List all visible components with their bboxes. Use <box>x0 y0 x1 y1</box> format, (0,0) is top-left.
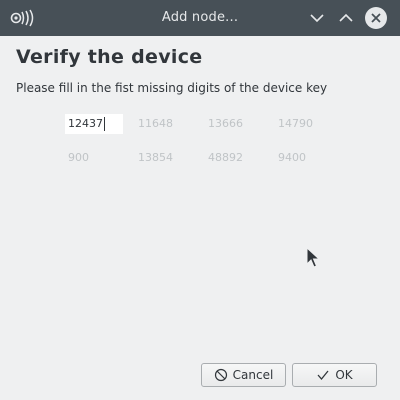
key-digit-group: 900 <box>68 151 89 164</box>
cancel-button[interactable]: Cancel <box>201 363 286 387</box>
titlebar[interactable]: Add node... <box>0 0 400 36</box>
minimize-button[interactable] <box>306 7 328 29</box>
key-digit-group: 11648 <box>138 117 173 130</box>
text-caret <box>104 117 105 131</box>
chevron-up-icon <box>339 13 353 22</box>
close-button[interactable] <box>365 7 387 29</box>
key-digit-group: 14790 <box>278 117 313 130</box>
instruction-text: Please fill in the fist missing digits o… <box>16 81 328 95</box>
missing-digits-value: 12437 <box>68 117 103 130</box>
cancel-button-label: Cancel <box>232 368 274 382</box>
key-digit-group: 48892 <box>208 151 243 164</box>
ok-button[interactable]: OK <box>292 363 377 387</box>
key-digit-group: 9400 <box>278 151 306 164</box>
missing-digits-input[interactable]: 12437 <box>65 114 123 134</box>
maximize-button[interactable] <box>335 7 357 29</box>
add-node-dialog: Add node... Verify the device Please fil… <box>0 0 400 400</box>
page-title: Verify the device <box>16 46 203 68</box>
ok-button-label: OK <box>335 368 353 382</box>
mouse-pointer-icon <box>306 247 320 268</box>
cancel-icon <box>214 368 227 382</box>
key-digit-group: 13854 <box>138 151 173 164</box>
chevron-down-icon <box>310 14 324 23</box>
checkmark-icon <box>317 370 329 381</box>
key-digit-group: 13666 <box>208 117 243 130</box>
close-icon <box>371 13 381 23</box>
